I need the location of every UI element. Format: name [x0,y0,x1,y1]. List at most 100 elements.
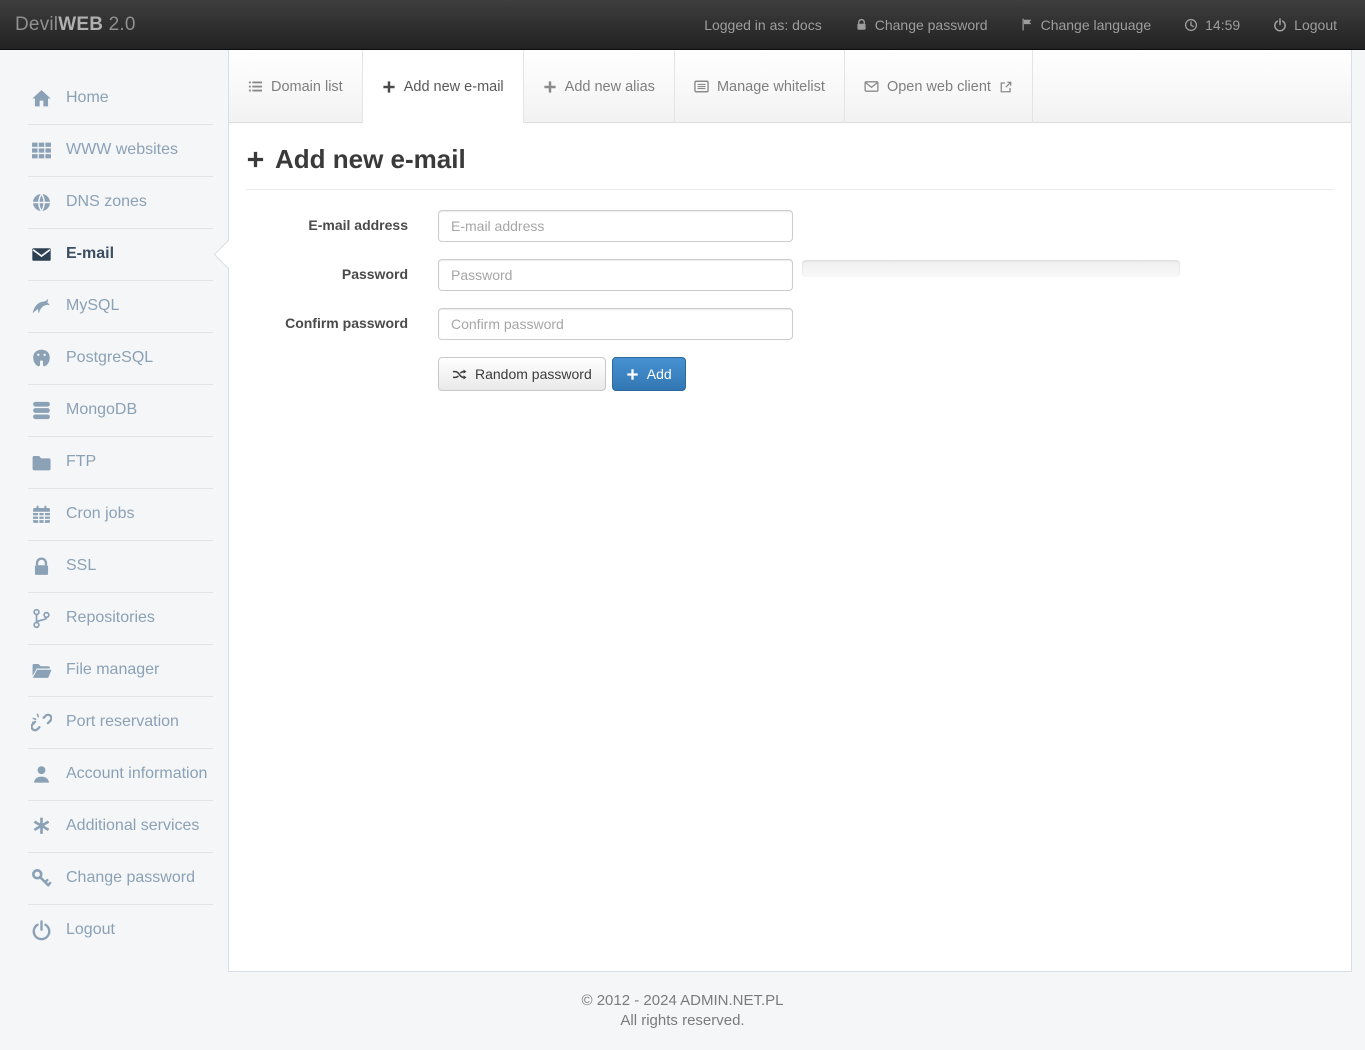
postgresql-icon [30,347,52,369]
sidebar-item-ssl[interactable]: SSL [0,540,228,592]
sidebar-item-label: Repositories [66,609,155,627]
asterisk-icon [30,815,52,837]
sidebar-item-additional-services[interactable]: Additional services [0,800,228,852]
add-button-label: Add [647,365,672,383]
tab-open-web-client[interactable]: Open web client [845,50,1033,123]
sidebar-item-mysql[interactable]: MySQL [0,280,228,332]
sidebar-item-label: WWW websites [66,141,178,159]
brand-logo[interactable]: DevilWEB 2.0 [15,14,136,36]
confirm-password-row: Confirm password [246,308,1334,340]
sidebar-item-label: DNS zones [66,193,147,211]
navbar-change-password[interactable]: Change password [855,17,988,33]
sidebar-item-cron-jobs[interactable]: Cron jobs [0,488,228,540]
tab-add-new-alias[interactable]: Add new alias [524,50,675,123]
email-input[interactable] [438,210,793,242]
footer-copyright: © 2012 - 2024 ADMIN.NET.PL [0,991,1365,1011]
password-label: Password [246,259,438,282]
lock-icon [855,18,868,31]
brand-suffix: 2.0 [103,14,136,35]
navbar-change-language[interactable]: Change language [1021,17,1152,33]
sidebar-item-email[interactable]: E-mail [0,228,228,280]
tab-label: Add new e-mail [404,79,504,95]
sidebar-item-label: Account information [66,765,207,783]
navbar-clock: 14:59 [1184,17,1240,33]
sidebar-item-label: Cron jobs [66,505,134,523]
confirm-password-input[interactable] [438,308,793,340]
sidebar-item-ftp[interactable]: FTP [0,436,228,488]
body-wrapper: Home WWW websites DNS zones E-mail MySQL [0,50,1365,972]
envelope-outline-icon [864,79,879,94]
navbar-change-password-label: Change password [875,17,988,33]
sidebar-item-dns-zones[interactable]: DNS zones [0,176,228,228]
tab-bar: Domain list Add new e-mail Add new alias… [229,50,1351,123]
folder-open-icon [30,659,52,681]
footer: © 2012 - 2024 ADMIN.NET.PL All rights re… [0,972,1365,1031]
sidebar-item-port-reservation[interactable]: Port reservation [0,696,228,748]
tab-label: Manage whitelist [717,79,825,95]
sidebar-item-label: Logout [66,921,115,939]
top-navbar: DevilWEB 2.0 Logged in as: docs Change p… [0,0,1365,50]
main-area: Add new e-mail E-mail address Password C… [229,123,1351,971]
password-row: Password [246,259,1334,291]
form-buttons: Random password Add [438,357,1334,391]
sidebar-item-account-information[interactable]: Account information [0,748,228,800]
email-label: E-mail address [246,210,438,233]
sidebar-item-home[interactable]: Home [0,72,228,124]
page: DevilWEB 2.0 Logged in as: docs Change p… [0,0,1365,1050]
tab-manage-whitelist[interactable]: Manage whitelist [675,50,845,123]
list-alt-icon [694,79,709,94]
tab-add-new-email[interactable]: Add new e-mail [363,50,524,123]
plus-icon [382,80,396,94]
navbar-logout[interactable]: Logout [1273,17,1337,33]
sidebar-item-change-password[interactable]: Change password [0,852,228,904]
globe-icon [30,191,52,213]
shuffle-icon [452,367,467,382]
email-row: E-mail address [246,210,1334,242]
sidebar-item-label: Port reservation [66,713,179,731]
folder-icon [30,451,52,473]
list-icon [248,79,263,94]
brand-bold: WEB [58,14,103,35]
key-icon [30,867,52,889]
sidebar-item-file-manager[interactable]: File manager [0,644,228,696]
sidebar-item-mongodb[interactable]: MongoDB [0,384,228,436]
sidebar-item-label: MySQL [66,297,119,315]
git-branch-icon [30,607,52,629]
power-icon [30,919,52,941]
brand-prefix: Devil [15,14,58,35]
broken-link-icon [30,711,52,733]
sidebar-item-www-websites[interactable]: WWW websites [0,124,228,176]
power-icon [1273,18,1287,32]
sidebar-item-label: MongoDB [66,401,137,419]
confirm-password-label: Confirm password [246,308,438,331]
navbar-logout-label: Logout [1294,17,1337,33]
flag-icon [1021,18,1034,31]
sidebar-item-postgresql[interactable]: PostgreSQL [0,332,228,384]
sidebar-item-label: Home [66,89,109,107]
navbar-right: Logged in as: docs Change password Chang… [704,17,1337,33]
add-button[interactable]: Add [612,357,686,391]
password-input[interactable] [438,259,793,291]
sidebar-item-label: PostgreSQL [66,349,153,367]
envelope-icon [30,243,52,265]
footer-rights: All rights reserved. [0,1011,1365,1031]
plus-icon [626,368,639,381]
password-strength-bar [802,260,1180,277]
calendar-icon [30,503,52,525]
sidebar: Home WWW websites DNS zones E-mail MySQL [0,50,228,956]
grid-icon [30,139,52,161]
home-icon [30,87,52,109]
clock-icon [1184,18,1198,32]
random-password-button[interactable]: Random password [438,357,606,391]
sidebar-item-label: Additional services [66,817,199,835]
sidebar-item-label: FTP [66,453,96,471]
tab-domain-list[interactable]: Domain list [229,50,363,123]
content-panel: Domain list Add new e-mail Add new alias… [228,50,1352,972]
mysql-icon [30,295,52,317]
sidebar-item-logout[interactable]: Logout [0,904,228,956]
page-title: Add new e-mail [246,144,1334,190]
page-title-text: Add new e-mail [275,144,466,175]
sidebar-item-repositories[interactable]: Repositories [0,592,228,644]
logged-in-as: Logged in as: docs [704,17,822,33]
sidebar-item-label: File manager [66,661,159,679]
